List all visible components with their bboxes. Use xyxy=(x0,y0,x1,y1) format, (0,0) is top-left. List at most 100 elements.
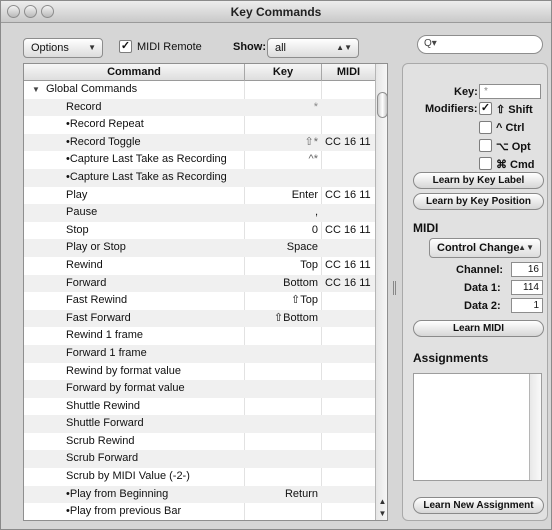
shift-checkbox[interactable]: ✓ xyxy=(479,102,492,115)
key-field[interactable]: * xyxy=(479,84,541,99)
midi-column-header[interactable]: MIDI xyxy=(322,66,375,78)
shift-label: ⇧ Shift xyxy=(496,104,533,116)
command-cell: •Record Toggle xyxy=(66,135,141,148)
table-row[interactable]: •Record Toggle ⇧* CC 16 11 xyxy=(24,133,375,152)
search-field[interactable]: Q▾ xyxy=(417,35,543,54)
command-cell: •Play from previous Bar xyxy=(66,505,182,518)
command-cell: •Capture Last Take as Recording xyxy=(66,170,227,183)
table-row[interactable]: Play Enter CC 16 11 xyxy=(24,187,375,205)
opt-checkbox[interactable] xyxy=(479,139,492,152)
scrollbar-thumb[interactable] xyxy=(377,92,387,118)
table-row[interactable]: •Play from Beginning Return xyxy=(24,485,375,504)
options-menu[interactable]: Options ▼ xyxy=(23,38,103,58)
data1-label: Data 1: xyxy=(464,282,501,294)
ctrl-label: ^ Ctrl xyxy=(496,122,525,134)
table-row[interactable]: Pause, xyxy=(24,204,375,222)
command-cell: •Capture Last Take as Recording xyxy=(66,153,227,166)
command-cell: Play or Stop xyxy=(66,241,126,254)
midi-cell: CC 16 11 xyxy=(325,258,371,271)
command-cell: Rewind xyxy=(66,258,103,271)
command-cell: Forward by format value xyxy=(66,382,185,395)
table-row[interactable]: Fast Forward ⇧Bottom xyxy=(24,309,375,328)
scroll-up-arrow-icon[interactable]: ▲ xyxy=(376,496,387,508)
command-cell: Scrub Rewind xyxy=(66,434,135,447)
command-column-header[interactable]: Command xyxy=(24,66,244,78)
midi-cell: CC 16 11 xyxy=(325,223,371,236)
key-cell: , xyxy=(314,206,318,219)
key-cell: ^* xyxy=(308,153,318,166)
up-down-arrows-icon: ▲▼ xyxy=(336,43,352,52)
data1-field[interactable]: 114 xyxy=(511,280,543,295)
table-row[interactable]: Fast Rewind ⇧Top xyxy=(24,292,375,310)
table-row[interactable]: Play or Stop Space xyxy=(24,239,375,257)
midi-cell: CC 16 11 xyxy=(325,188,371,201)
cmd-checkbox[interactable] xyxy=(479,157,492,170)
learn-by-key-label-button[interactable]: Learn by Key Label xyxy=(413,172,544,189)
midi-section-heading: MIDI xyxy=(413,221,439,235)
table-row[interactable]: Rewind by format value xyxy=(24,363,375,381)
midi-remote-checkbox[interactable]: ✓ xyxy=(119,40,132,53)
command-cell: Stop xyxy=(66,223,89,236)
modifiers-label: Modifiers: xyxy=(425,103,478,115)
opt-label: ⌥ Opt xyxy=(496,141,531,153)
midi-cell: CC 16 11 xyxy=(325,135,371,148)
key-cell: Top xyxy=(300,258,318,271)
table-row[interactable]: Scrub Forward xyxy=(24,450,375,469)
command-cell: Shuttle Forward xyxy=(66,417,144,430)
table-row[interactable]: Forward Bottom CC 16 11 xyxy=(24,274,375,293)
chevron-down-icon: ▼ xyxy=(88,43,96,52)
key-column-header[interactable]: Key xyxy=(245,66,321,78)
table-row[interactable]: Forward 1 frame xyxy=(24,344,375,363)
table-row[interactable]: Scrub Rewind xyxy=(24,433,375,451)
up-down-arrows-icon: ▲▼ xyxy=(518,243,534,252)
command-cell: Record xyxy=(66,100,102,113)
show-filter-value: all xyxy=(275,42,287,54)
midi-remote-label: MIDI Remote xyxy=(137,41,202,53)
table-row[interactable]: Record * xyxy=(24,98,375,117)
midi-type-value: Control Change xyxy=(437,242,520,254)
learn-midi-button[interactable]: Learn MIDI xyxy=(413,320,544,337)
split-view-handle[interactable] xyxy=(393,281,396,295)
midi-type-select[interactable]: Control Change ▲▼ xyxy=(429,238,541,258)
key-cell: ⇧Bottom xyxy=(273,311,318,324)
learn-by-key-position-button[interactable]: Learn by Key Position xyxy=(413,193,544,210)
group-row[interactable]: ▼ Global Commands xyxy=(24,81,375,99)
assignments-heading: Assignments xyxy=(413,351,489,365)
key-cell: ⇧* xyxy=(304,135,319,148)
key-cell: * xyxy=(313,100,318,113)
assignments-list[interactable] xyxy=(413,373,542,481)
key-commands-table: Command Key MIDI ▼ Global Commands Recor… xyxy=(23,63,388,521)
key-cell: Return xyxy=(284,487,318,500)
data2-label: Data 2: xyxy=(464,300,501,312)
table-row[interactable]: Shuttle Rewind xyxy=(24,398,375,416)
ctrl-checkbox[interactable] xyxy=(479,121,492,134)
data2-field[interactable]: 1 xyxy=(511,298,543,313)
command-cell: Forward xyxy=(66,276,107,289)
show-label: Show: xyxy=(233,41,266,53)
learn-new-assignment-button[interactable]: Learn New Assignment xyxy=(413,497,544,514)
command-cell: •Play from Beginning xyxy=(66,487,169,500)
table-row[interactable]: Scrub by MIDI Value (-2-) xyxy=(24,468,375,486)
table-row[interactable]: •Record Repeat xyxy=(24,116,375,134)
key-cell: Space xyxy=(286,241,318,254)
command-cell: Play xyxy=(66,188,88,201)
command-cell: Fast Forward xyxy=(66,311,131,324)
show-filter-select[interactable]: all ▲▼ xyxy=(267,38,359,58)
disclosure-triangle-icon[interactable]: ▼ xyxy=(32,81,40,99)
table-scrollbar[interactable]: ▲ ▼ xyxy=(375,64,387,520)
table-row[interactable]: Rewind 1 frame xyxy=(24,327,375,345)
command-cell: Forward 1 frame xyxy=(66,346,147,359)
table-header: Command Key MIDI xyxy=(24,64,375,81)
search-icon: Q▾ xyxy=(424,38,437,49)
table-row[interactable]: Stop 0 CC 16 11 xyxy=(24,222,375,240)
scroll-down-arrow-icon[interactable]: ▼ xyxy=(376,508,387,520)
table-row[interactable]: •Play from previous Bar xyxy=(24,503,375,520)
table-row[interactable]: Shuttle Forward xyxy=(24,415,375,433)
assignments-scrollbar[interactable] xyxy=(529,374,541,480)
table-row[interactable]: •Capture Last Take as Recording xyxy=(24,168,375,187)
table-row[interactable]: •Capture Last Take as Recording ^* xyxy=(24,151,375,169)
channel-field[interactable]: 16 xyxy=(511,262,543,277)
table-row[interactable]: Rewind Top CC 16 11 xyxy=(24,257,375,275)
table-row[interactable]: Forward by format value xyxy=(24,380,375,398)
inspector-panel: Key: * Modifiers: ✓ ⇧ Shift ^ Ctrl ⌥ Opt… xyxy=(402,63,548,521)
